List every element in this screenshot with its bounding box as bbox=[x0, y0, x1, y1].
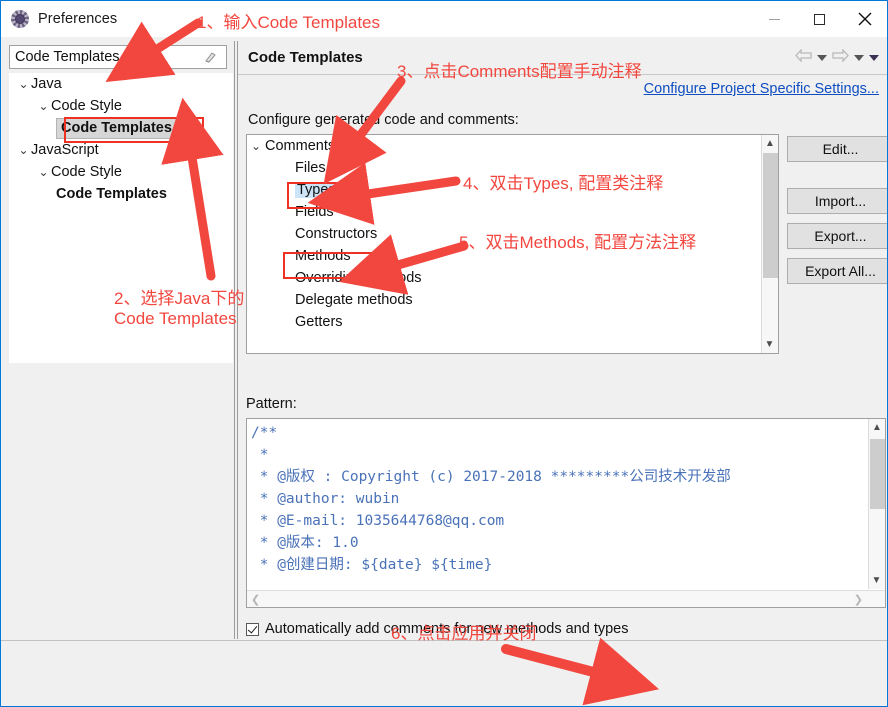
scroll-down-icon[interactable]: ▼ bbox=[869, 572, 884, 589]
tree-item-java[interactable]: ⌄ Java bbox=[9, 73, 233, 95]
list-item-label: Getters bbox=[295, 314, 343, 330]
tree-item-label: Code Templates bbox=[56, 186, 167, 202]
window-controls bbox=[752, 1, 887, 37]
list-item-label: Delegate methods bbox=[295, 292, 413, 308]
pane-divider bbox=[234, 41, 235, 639]
pattern-vertical-scrollbar[interactable]: ▲ ▼ bbox=[868, 419, 885, 589]
auto-comments-checkbox[interactable] bbox=[246, 622, 259, 636]
minimize-icon[interactable] bbox=[752, 1, 797, 37]
tree-item-label: Code Style bbox=[51, 98, 122, 114]
list-item-label: Methods bbox=[295, 248, 351, 264]
pattern-code-text: /** * * @版权 : Copyright (c) 2017-2018 **… bbox=[251, 425, 731, 573]
chevron-down-icon[interactable]: ⌄ bbox=[36, 166, 51, 178]
export-all-button[interactable]: Export All... bbox=[787, 258, 887, 284]
pane-header: Code Templates bbox=[238, 41, 887, 75]
comments-list-scrollbar[interactable]: ▲ ▼ bbox=[761, 135, 778, 353]
tree-item-java-code-templates[interactable]: Code Templates bbox=[9, 117, 233, 139]
comments-list[interactable]: ⌄ Comments Files Types Fields Constructo… bbox=[246, 134, 779, 354]
pane-nav-icons bbox=[795, 48, 879, 67]
maximize-icon[interactable] bbox=[797, 1, 842, 37]
tree-item-label: Code Style bbox=[51, 164, 122, 180]
window-title: Preferences bbox=[38, 11, 118, 27]
list-item-label: Comments bbox=[265, 138, 336, 154]
edit-button[interactable]: Edit... bbox=[787, 136, 887, 162]
scroll-left-icon[interactable]: ❮ bbox=[251, 593, 260, 606]
auto-comments-label: Automatically add comments for new metho… bbox=[265, 621, 629, 637]
configure-generated-label: Configure generated code and comments: bbox=[248, 112, 519, 128]
dialog-footer: ? Apply and Close Cancel bbox=[1, 641, 887, 706]
overflow-chevron-down-icon[interactable] bbox=[869, 55, 879, 61]
list-item-overriding-methods[interactable]: Overriding methods bbox=[247, 267, 778, 289]
auto-comments-checkbox-row[interactable]: Automatically add comments for new metho… bbox=[246, 621, 628, 637]
gear-icon bbox=[10, 9, 30, 29]
title-bar: Preferences bbox=[1, 1, 887, 37]
code-templates-pane: Code Templates Configure Project Specifi… bbox=[238, 41, 887, 672]
list-item-methods[interactable]: Methods bbox=[247, 245, 778, 267]
list-item-types[interactable]: Types bbox=[247, 179, 778, 201]
scrollbar-thumb[interactable] bbox=[870, 439, 885, 509]
list-item-constructors[interactable]: Constructors bbox=[247, 223, 778, 245]
pattern-horizontal-scrollbar[interactable]: ❮ ❯ bbox=[247, 590, 885, 607]
filter-field-wrapper[interactable] bbox=[9, 45, 227, 69]
back-arrow-icon[interactable] bbox=[795, 48, 812, 67]
chevron-down-icon[interactable]: ⌄ bbox=[36, 100, 51, 112]
preferences-tree[interactable]: ⌄ Java ⌄ Code Style Code Templates ⌄ Jav… bbox=[9, 73, 233, 363]
page-title: Code Templates bbox=[248, 49, 363, 66]
tree-item-java-code-style[interactable]: ⌄ Code Style bbox=[9, 95, 233, 117]
clear-icon[interactable] bbox=[199, 51, 221, 64]
chevron-down-icon[interactable]: ⌄ bbox=[16, 78, 31, 90]
import-button[interactable]: Import... bbox=[787, 188, 887, 214]
scroll-down-icon[interactable]: ▼ bbox=[762, 336, 777, 353]
list-item-label: Constructors bbox=[295, 226, 378, 242]
tree-item-label: JavaScript bbox=[31, 142, 99, 158]
tree-item-javascript[interactable]: ⌄ JavaScript bbox=[9, 139, 233, 161]
list-item-getters[interactable]: Getters bbox=[247, 311, 778, 333]
chevron-down-icon[interactable]: ⌄ bbox=[16, 144, 31, 156]
forward-chevron-down-icon[interactable] bbox=[854, 55, 864, 61]
scroll-up-icon[interactable]: ▲ bbox=[869, 419, 885, 436]
list-item-label: Fields bbox=[295, 204, 334, 220]
list-item-label: Types bbox=[295, 182, 338, 198]
forward-arrow-icon[interactable] bbox=[832, 48, 849, 67]
tree-item-label: Java bbox=[31, 76, 62, 92]
list-item-label: Overriding methods bbox=[295, 270, 422, 286]
pattern-textarea[interactable]: /** * * @版权 : Copyright (c) 2017-2018 **… bbox=[246, 418, 886, 608]
preferences-dialog: Preferences ⌄ Java ⌄ Code Style Code Tem… bbox=[0, 0, 888, 707]
back-chevron-down-icon[interactable] bbox=[817, 55, 827, 61]
header-divider bbox=[238, 74, 887, 75]
list-item-delegate-methods[interactable]: Delegate methods bbox=[247, 289, 778, 311]
filter-text-input[interactable] bbox=[10, 47, 199, 67]
chevron-down-icon[interactable]: ⌄ bbox=[247, 139, 265, 153]
tree-item-label: Code Templates bbox=[56, 117, 177, 139]
export-button[interactable]: Export... bbox=[787, 223, 887, 249]
scrollbar-thumb[interactable] bbox=[763, 153, 778, 278]
configure-project-specific-settings-link[interactable]: Configure Project Specific Settings... bbox=[644, 81, 879, 97]
pattern-label: Pattern: bbox=[246, 396, 297, 412]
tree-item-javascript-code-templates[interactable]: Code Templates bbox=[9, 183, 233, 205]
close-icon[interactable] bbox=[842, 1, 887, 37]
list-item-files[interactable]: Files bbox=[247, 157, 778, 179]
scroll-up-icon[interactable]: ▲ bbox=[762, 135, 778, 152]
tree-item-javascript-code-style[interactable]: ⌄ Code Style bbox=[9, 161, 233, 183]
scroll-right-icon[interactable]: ❯ bbox=[854, 593, 863, 606]
list-item-comments[interactable]: ⌄ Comments bbox=[247, 135, 778, 157]
list-item-fields[interactable]: Fields bbox=[247, 201, 778, 223]
list-item-label: Files bbox=[295, 160, 326, 176]
